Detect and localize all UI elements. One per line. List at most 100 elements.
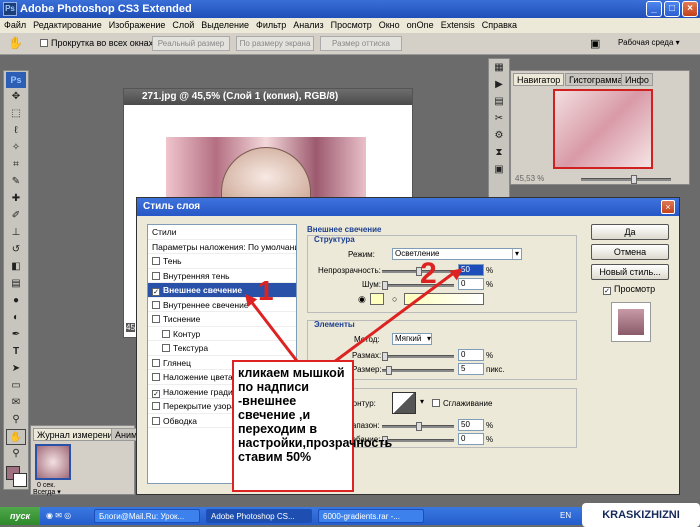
hand-tool-icon[interactable]: ✋	[8, 36, 23, 50]
range-field[interactable]: 50	[458, 419, 484, 431]
menu-select[interactable]: Выделение	[201, 20, 249, 30]
checkbox-icon[interactable]	[162, 329, 170, 338]
fit-screen-button[interactable]: По размеру экрана	[236, 36, 314, 51]
menu-window[interactable]: Окно	[379, 20, 400, 30]
checkbox-icon[interactable]	[152, 271, 160, 280]
menu-analysis[interactable]: Анализ	[293, 20, 323, 30]
style-item[interactable]: Внутренняя тень	[148, 269, 296, 283]
menu-layer[interactable]: Слой	[172, 20, 194, 30]
tool-presets-icon[interactable]: ▶	[491, 77, 507, 93]
workspace-menu[interactable]: Рабочая среда ▾	[618, 38, 680, 47]
cancel-button[interactable]: Отмена	[591, 244, 669, 260]
checkbox-icon[interactable]	[152, 416, 160, 425]
opacity-slider[interactable]	[382, 267, 454, 276]
pen-tool-icon[interactable]: ✒	[6, 327, 26, 343]
checkbox-icon[interactable]	[152, 257, 160, 265]
checkbox-icon[interactable]	[162, 344, 170, 352]
blur-tool-icon[interactable]: ●	[6, 293, 26, 309]
jitter-slider[interactable]	[382, 436, 454, 445]
brush-tool-icon[interactable]: ✐	[6, 208, 26, 224]
task-photoshop[interactable]: Adobe Photoshop CS...	[206, 509, 312, 523]
noise-field[interactable]: 0	[458, 278, 484, 290]
style-item[interactable]: ✓ Внешнее свечение	[148, 283, 296, 298]
color-radio[interactable]: ◉	[358, 294, 366, 305]
navigator-thumbnail[interactable]	[553, 89, 653, 169]
stamp-tool-icon[interactable]: ⊥	[6, 225, 26, 241]
style-item[interactable]: Контур	[148, 327, 296, 341]
actions-panel-icon[interactable]: ⚙	[491, 128, 507, 144]
crop-tool-icon[interactable]: ⌗	[6, 157, 26, 173]
hand-tool-icon[interactable]: ✋	[6, 429, 26, 445]
healing-tool-icon[interactable]: ✚	[6, 191, 26, 207]
range-slider[interactable]	[382, 422, 454, 431]
gradient-radio[interactable]: ○	[392, 294, 397, 304]
menu-view[interactable]: Просмотр	[331, 20, 372, 30]
loop-select[interactable]: Всегда ▾	[33, 488, 61, 496]
menu-filter[interactable]: Фильтр	[256, 20, 286, 30]
notes-tool-icon[interactable]: ✉	[6, 395, 26, 411]
zoom-tool-icon[interactable]: ⚲	[6, 446, 26, 462]
mode-select[interactable]: Осветление ▾	[392, 248, 522, 260]
brushes-panel-icon[interactable]: ▦	[491, 60, 507, 76]
layer-comps-icon[interactable]: ▤	[491, 94, 507, 110]
history-panel-icon[interactable]: ⧗	[491, 145, 507, 161]
shape-tool-icon[interactable]: ▭	[6, 378, 26, 394]
spread-field[interactable]: 0	[458, 349, 484, 361]
checkbox-icon[interactable]	[152, 300, 160, 309]
task-blogs[interactable]: Блоги@Mail.Ru: Урок...	[94, 509, 200, 523]
magic-wand-icon[interactable]: ✧	[6, 140, 26, 156]
scroll-all-checkbox[interactable]: Прокрутка во всех окнах	[40, 38, 153, 48]
minimize-button[interactable]: _	[646, 1, 662, 17]
opacity-field[interactable]: 50	[458, 264, 484, 276]
quicklaunch-icon[interactable]: ◉ ✉ ◎	[46, 507, 71, 525]
size-slider[interactable]	[382, 366, 454, 375]
tab-info[interactable]: Инфо	[621, 73, 653, 86]
move-tool-icon[interactable]: ✥	[6, 89, 26, 105]
tab-navigator[interactable]: Навигатор	[513, 73, 565, 86]
dodge-tool-icon[interactable]: ◐	[6, 310, 26, 326]
close-button[interactable]: ×	[682, 1, 698, 17]
blending-options-item[interactable]: Параметры наложения: По умолчанию	[148, 240, 296, 254]
checkbox-icon[interactable]	[152, 373, 160, 381]
language-indicator[interactable]: EN	[560, 507, 571, 525]
task-archive[interactable]: 6000-gradients.rar -...	[318, 509, 424, 523]
checkbox-icon[interactable]	[152, 402, 160, 410]
start-button[interactable]: пуск	[0, 507, 40, 525]
spread-slider[interactable]	[382, 352, 454, 361]
style-item[interactable]: Тень	[148, 254, 296, 269]
color-swatches[interactable]	[6, 466, 28, 488]
eyedropper-icon[interactable]: ⚲	[6, 412, 26, 428]
jitter-field[interactable]: 0	[458, 433, 484, 445]
maximize-button[interactable]: □	[664, 1, 680, 17]
history-brush-icon[interactable]: ↺	[6, 242, 26, 258]
clone-source-icon[interactable]: ✂	[491, 111, 507, 127]
path-select-icon[interactable]: ➤	[6, 361, 26, 377]
glow-color-swatch[interactable]	[370, 293, 384, 305]
anti-alias-checkbox[interactable]: Сглаживание	[432, 399, 492, 408]
ok-button[interactable]: Да	[591, 224, 669, 240]
style-item[interactable]: Внутреннее свечение	[148, 298, 296, 312]
tab-measurement-log[interactable]: Журнал измерений	[33, 428, 122, 441]
style-item[interactable]: Тиснение	[148, 312, 296, 327]
eraser-tool-icon[interactable]: ◧	[6, 259, 26, 275]
checkbox-icon[interactable]	[152, 315, 160, 323]
menu-file[interactable]: Файл	[4, 20, 26, 30]
size-field[interactable]: 5	[458, 363, 484, 375]
menu-onone[interactable]: onOne	[407, 20, 434, 30]
preview-checkbox[interactable]: ✓ Просмотр	[603, 284, 655, 295]
checkbox-icon[interactable]	[152, 358, 160, 367]
menu-help[interactable]: Справка	[482, 20, 517, 30]
print-size-button[interactable]: Размер оттиска	[320, 36, 402, 51]
navigator-zoom[interactable]: 45,53 %	[515, 174, 544, 183]
glow-gradient-picker[interactable]	[404, 293, 484, 305]
method-select[interactable]: Мягкий ▾	[392, 333, 432, 345]
dialog-close-icon[interactable]: ×	[661, 200, 675, 214]
styles-header[interactable]: Стили	[148, 225, 296, 240]
new-style-button[interactable]: Новый стиль...	[591, 264, 669, 280]
checkbox-icon[interactable]: ✓	[152, 288, 160, 296]
navigator-zoom-slider[interactable]	[581, 175, 671, 184]
lasso-tool-icon[interactable]: ℓ	[6, 123, 26, 139]
animation-frame[interactable]	[35, 444, 71, 480]
marquee-tool-icon[interactable]: ⬚	[6, 106, 26, 122]
info-panel-icon[interactable]: ▣	[491, 162, 507, 178]
